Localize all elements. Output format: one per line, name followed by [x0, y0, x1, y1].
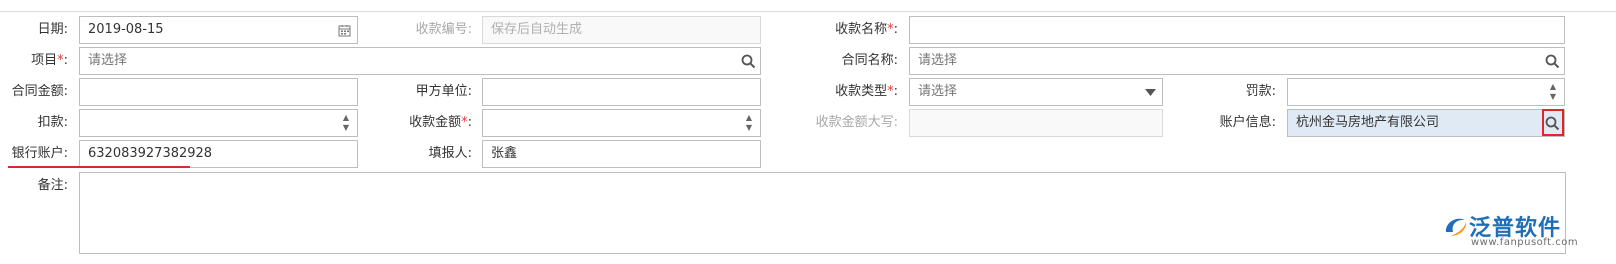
spinner-arrows-icon[interactable]: ▲ ▼ [1548, 82, 1558, 102]
top-divider [0, 11, 1616, 12]
project-label-text: 项目 [31, 53, 58, 68]
bank-account-input[interactable]: 632083927382928 [79, 140, 358, 168]
receipt-amount-input[interactable]: ▲ ▼ [482, 109, 761, 137]
reporter-value: 张鑫 [491, 146, 518, 161]
date-value: 2019-08-15 [88, 22, 164, 37]
chevron-down-icon[interactable] [1144, 87, 1156, 97]
receipt-type-placeholder: 请选择 [918, 84, 958, 99]
receipt-name-label-text: 收款名称 [835, 22, 888, 37]
receipt-no-label: 收款编号: [415, 22, 472, 37]
penalty-input[interactable]: ▲ ▼ [1287, 78, 1565, 106]
project-select[interactable]: 请选择 [79, 47, 761, 75]
date-label: 日期: [37, 22, 68, 37]
project-label: 项目*: [0, 47, 68, 75]
spinner-arrows-icon[interactable]: ▲ ▼ [744, 113, 754, 133]
receipt-type-label-text: 收款类型 [835, 84, 888, 99]
account-info-value: 杭州金马房地产有限公司 [1296, 115, 1440, 130]
highlight-box [1542, 109, 1564, 136]
receipt-name-input[interactable] [909, 16, 1565, 44]
search-icon[interactable] [1544, 53, 1560, 69]
label-colon: : [63, 53, 68, 68]
receipt-type-select[interactable]: 请选择 [909, 78, 1163, 106]
receipt-type-label: 收款类型*: [790, 78, 898, 106]
account-info-select[interactable]: 杭州金马房地产有限公司 [1287, 109, 1565, 137]
highlight-underline [8, 166, 190, 168]
project-placeholder: 请选择 [88, 53, 128, 68]
logo-url: www.fanpusoft.com [1471, 237, 1579, 248]
label-colon: : [893, 22, 898, 37]
reporter-label: 填报人: [428, 146, 472, 161]
party-a-input[interactable] [482, 78, 761, 106]
label-colon: : [893, 84, 898, 99]
deduction-input[interactable]: ▲ ▼ [79, 109, 358, 137]
label-colon: : [467, 115, 472, 130]
calendar-icon[interactable] [337, 23, 351, 37]
penalty-label: 罚款: [1245, 84, 1276, 99]
fanpu-logo-mark-icon [1445, 218, 1467, 236]
spinner-arrows-icon[interactable]: ▲ ▼ [341, 113, 351, 133]
deduction-label: 扣款: [37, 115, 68, 130]
bank-account-value: 632083927382928 [88, 146, 213, 161]
fanpu-logo: 泛普软件 www.fanpusoft.com [1443, 210, 1578, 250]
remarks-textarea[interactable] [79, 172, 1566, 254]
remarks-label: 备注: [37, 178, 68, 193]
receipt-no-placeholder: 保存后自动生成 [491, 22, 583, 37]
account-info-label: 账户信息: [1219, 115, 1276, 130]
receipt-no-input: 保存后自动生成 [482, 16, 761, 44]
contract-amount-label: 合同金额: [11, 84, 68, 99]
contract-name-select[interactable]: 请选择 [909, 47, 1565, 75]
search-icon[interactable] [740, 53, 756, 69]
receipt-amount-label-text: 收款金额 [409, 115, 462, 130]
reporter-input[interactable]: 张鑫 [482, 140, 761, 168]
receipt-amount-label: 收款金额*: [370, 109, 472, 137]
contract-name-placeholder: 请选择 [918, 53, 958, 68]
date-input[interactable]: 2019-08-15 [79, 16, 358, 44]
receipt-amount-upper-label: 收款金额大写: [815, 115, 898, 130]
contract-name-label: 合同名称: [841, 53, 898, 68]
receipt-name-label: 收款名称*: [790, 16, 898, 44]
bank-account-label: 银行账户: [11, 146, 68, 161]
party-a-label: 甲方单位: [415, 84, 472, 99]
receipt-amount-upper-input [909, 109, 1163, 137]
contract-amount-input[interactable] [79, 78, 358, 106]
